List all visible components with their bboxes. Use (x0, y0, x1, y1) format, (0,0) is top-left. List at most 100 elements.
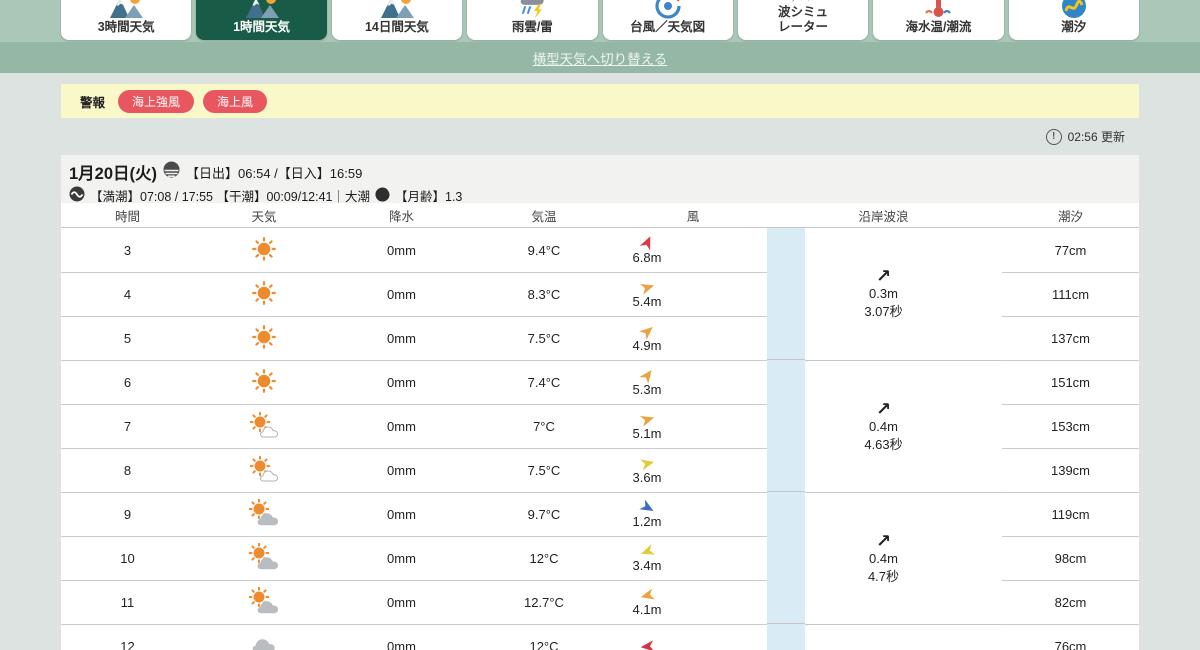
weather-cell (194, 411, 334, 442)
wind-speed: 5.4m (632, 294, 662, 310)
wind-direction-arrow-icon (639, 279, 655, 295)
wind-cell: 5.3m (619, 367, 767, 398)
hour-cell: 12 (120, 639, 135, 650)
tab-label: 雨雲/雷 (511, 19, 553, 34)
forecast-row-hour-5: 5 0mm 7.5°C 4.9m (61, 316, 767, 360)
updated-time: 02:56 更新 (1067, 130, 1125, 144)
forecast-row-hour-12: 12 0mm 12°C (61, 624, 767, 650)
wind-speed: 3.6m (632, 470, 662, 486)
wind-cell (619, 639, 767, 650)
coastal-wave-column: ↗ 0.3m 3.07秒 ↗ 0.4m 4.63秒 ↗ 0.4m 4.7秒 (805, 228, 1002, 650)
temp-cell: 8.3°C (527, 287, 561, 302)
temp-cell: 7.5°C (527, 463, 561, 478)
wind-direction-arrow-icon (640, 587, 655, 603)
hour-cell: 7 (123, 419, 132, 434)
sunrise-sunset-text: 【日出】06:54 /【日入】16:59 (186, 165, 363, 181)
column-header-wind: 風 (686, 209, 700, 224)
precip-cell: 0mm (387, 331, 416, 346)
wave-period: 3.07秒 (864, 304, 903, 319)
tide-level-cell: 119cm (1002, 492, 1139, 536)
warning-badge-wind[interactable]: 海上風 (203, 89, 268, 113)
temp-cell: 12.7°C (524, 595, 564, 610)
wind-cell: 6.8m (619, 235, 767, 266)
tide-level-cell: 139cm (1002, 448, 1139, 492)
wind-cell: 1.2m (619, 499, 767, 530)
weather-cell (194, 455, 334, 486)
tide-level-cell: 77cm (1054, 242, 1087, 258)
forecast-row-hour-11: 11 0mm 12.7°C 4.1m (61, 580, 767, 624)
tab-3hour-weather[interactable]: 3時間天気 (61, 0, 192, 40)
forecast-row-hour-7: 7 0mm 7°C 5.1m (61, 404, 767, 448)
weather-tab-bar: 3時間天気 1時間天気 14日間天気 雨雲/雷 台風／天気図 波シミュ レーター 海水温/潮… (61, 0, 1139, 40)
wave-height: 0.4m (869, 550, 898, 566)
sun-cloud-icon (248, 586, 280, 618)
wave-height: 0.4m (869, 418, 898, 434)
warning-bar: 警報 海上強風 海上風 (61, 84, 1139, 118)
coastal-wave-group: ↗ 0.4m 4.63秒 (805, 360, 1002, 492)
sunrise-icon (163, 161, 180, 183)
wind-cell: 5.1m (619, 411, 767, 442)
ne-arrow-icon: ↗ (875, 398, 892, 419)
tide-level-cell: 98cm (1002, 536, 1139, 580)
tab-sea-temp-current[interactable]: 海水温/潮流 (873, 0, 1004, 40)
tab-label: 波シミュ レーター (778, 5, 829, 34)
wave-sim-icon (788, 0, 818, 4)
temp-cell: 7.5°C (527, 331, 561, 346)
wave-height: 0.3m (869, 286, 898, 302)
tab-wave-simulator[interactable]: 波シミュ レーター (737, 0, 869, 40)
warning-badge-gale[interactable]: 海上強風 (118, 89, 195, 113)
weather-cell (194, 323, 334, 354)
temp-cell: 12°C (529, 551, 559, 566)
weather-page: 3時間天気 1時間天気 14日間天気 雨雲/雷 台風／天気図 波シミュ レーター 海水温/潮… (0, 0, 1200, 650)
tide-level-cell: 76cm (1002, 624, 1139, 650)
switch-to-horizontal-link[interactable]: 横型天気へ切り替える (533, 48, 668, 68)
tab-radar-lightning[interactable]: 雨雲/雷 (467, 0, 598, 40)
update-status-row: ! 02:56 更新 (61, 118, 1139, 155)
wind-speed: 5.1m (632, 426, 662, 442)
sunny-icon (249, 279, 279, 310)
wind-speed: 4.1m (632, 602, 662, 618)
forecast-table-body: 3 0mm 9.4°C 6.8m 4 0mm 8.3°C 5.4m 5 0mm 7.5°C 4.9m 6… (61, 228, 1139, 650)
weather-cell (194, 586, 334, 618)
forecast-row-hour-6: 6 0mm 7.4°C 5.3m (61, 360, 767, 404)
precip-cell: 0mm (387, 551, 416, 566)
ne-arrow-icon: ↗ (875, 266, 892, 287)
warning-label: 警報 (80, 95, 106, 110)
column-header-weather: 天気 (251, 209, 277, 224)
wind-cell: 3.4m (619, 543, 767, 574)
tab-14day-weather[interactable]: 14日間天気 (331, 0, 463, 40)
tide-level-cell: 153cm (1002, 404, 1139, 448)
tab-tide[interactable]: 潮汐 (1008, 0, 1139, 40)
precip-cell: 0mm (387, 419, 416, 434)
tab-label: 潮汐 (1061, 19, 1087, 34)
rain-lightning-icon (515, 0, 549, 19)
wind-direction-arrow-icon (638, 499, 655, 515)
precip-cell: 0mm (387, 507, 416, 522)
hour-cell: 3 (123, 242, 132, 258)
hourly-columns: 3 0mm 9.4°C 6.8m 4 0mm 8.3°C 5.4m 5 0mm 7.5°C 4.9m 6… (61, 228, 767, 650)
tab-label: 14日間天気 (364, 19, 429, 34)
wind-speed: 1.2m (632, 514, 662, 530)
precip-cell: 0mm (387, 242, 416, 258)
tab-1hour-weather[interactable]: 1時間天気 (196, 0, 327, 40)
wind-speed: 6.8m (632, 249, 662, 265)
forecast-row-hour-4: 4 0mm 8.3°C 5.4m (61, 272, 767, 316)
table-divider-band (767, 228, 805, 650)
wind-direction-arrow-icon (639, 455, 655, 471)
wind-direction-arrow-icon (640, 543, 655, 559)
typhoon-icon (652, 0, 684, 19)
sunny-icon (249, 235, 279, 266)
weather-cell (194, 498, 334, 530)
moon-icon (375, 186, 390, 205)
tide-column: 77cm 111cm 137cm 151cm 153cm 139cm 119cm 98cm 82… (1002, 228, 1139, 650)
temp-cell: 7°C (533, 419, 555, 434)
date-header: 1月20日(火) 【日出】06:54 /【日入】16:59 【満潮】07:08 … (61, 155, 1139, 205)
sun-small-cloud-icon (248, 455, 280, 486)
forecast-row-hour-10: 10 0mm 12°C 3.4m (61, 536, 767, 580)
info-icon: ! (1045, 128, 1062, 145)
hour-cell: 8 (123, 463, 132, 478)
tab-typhoon-chart[interactable]: 台風／天気図 (602, 0, 733, 40)
wind-speed: 3.4m (632, 558, 662, 574)
temp-cell: 12°C (529, 639, 559, 650)
hour-cell: 6 (123, 375, 132, 390)
